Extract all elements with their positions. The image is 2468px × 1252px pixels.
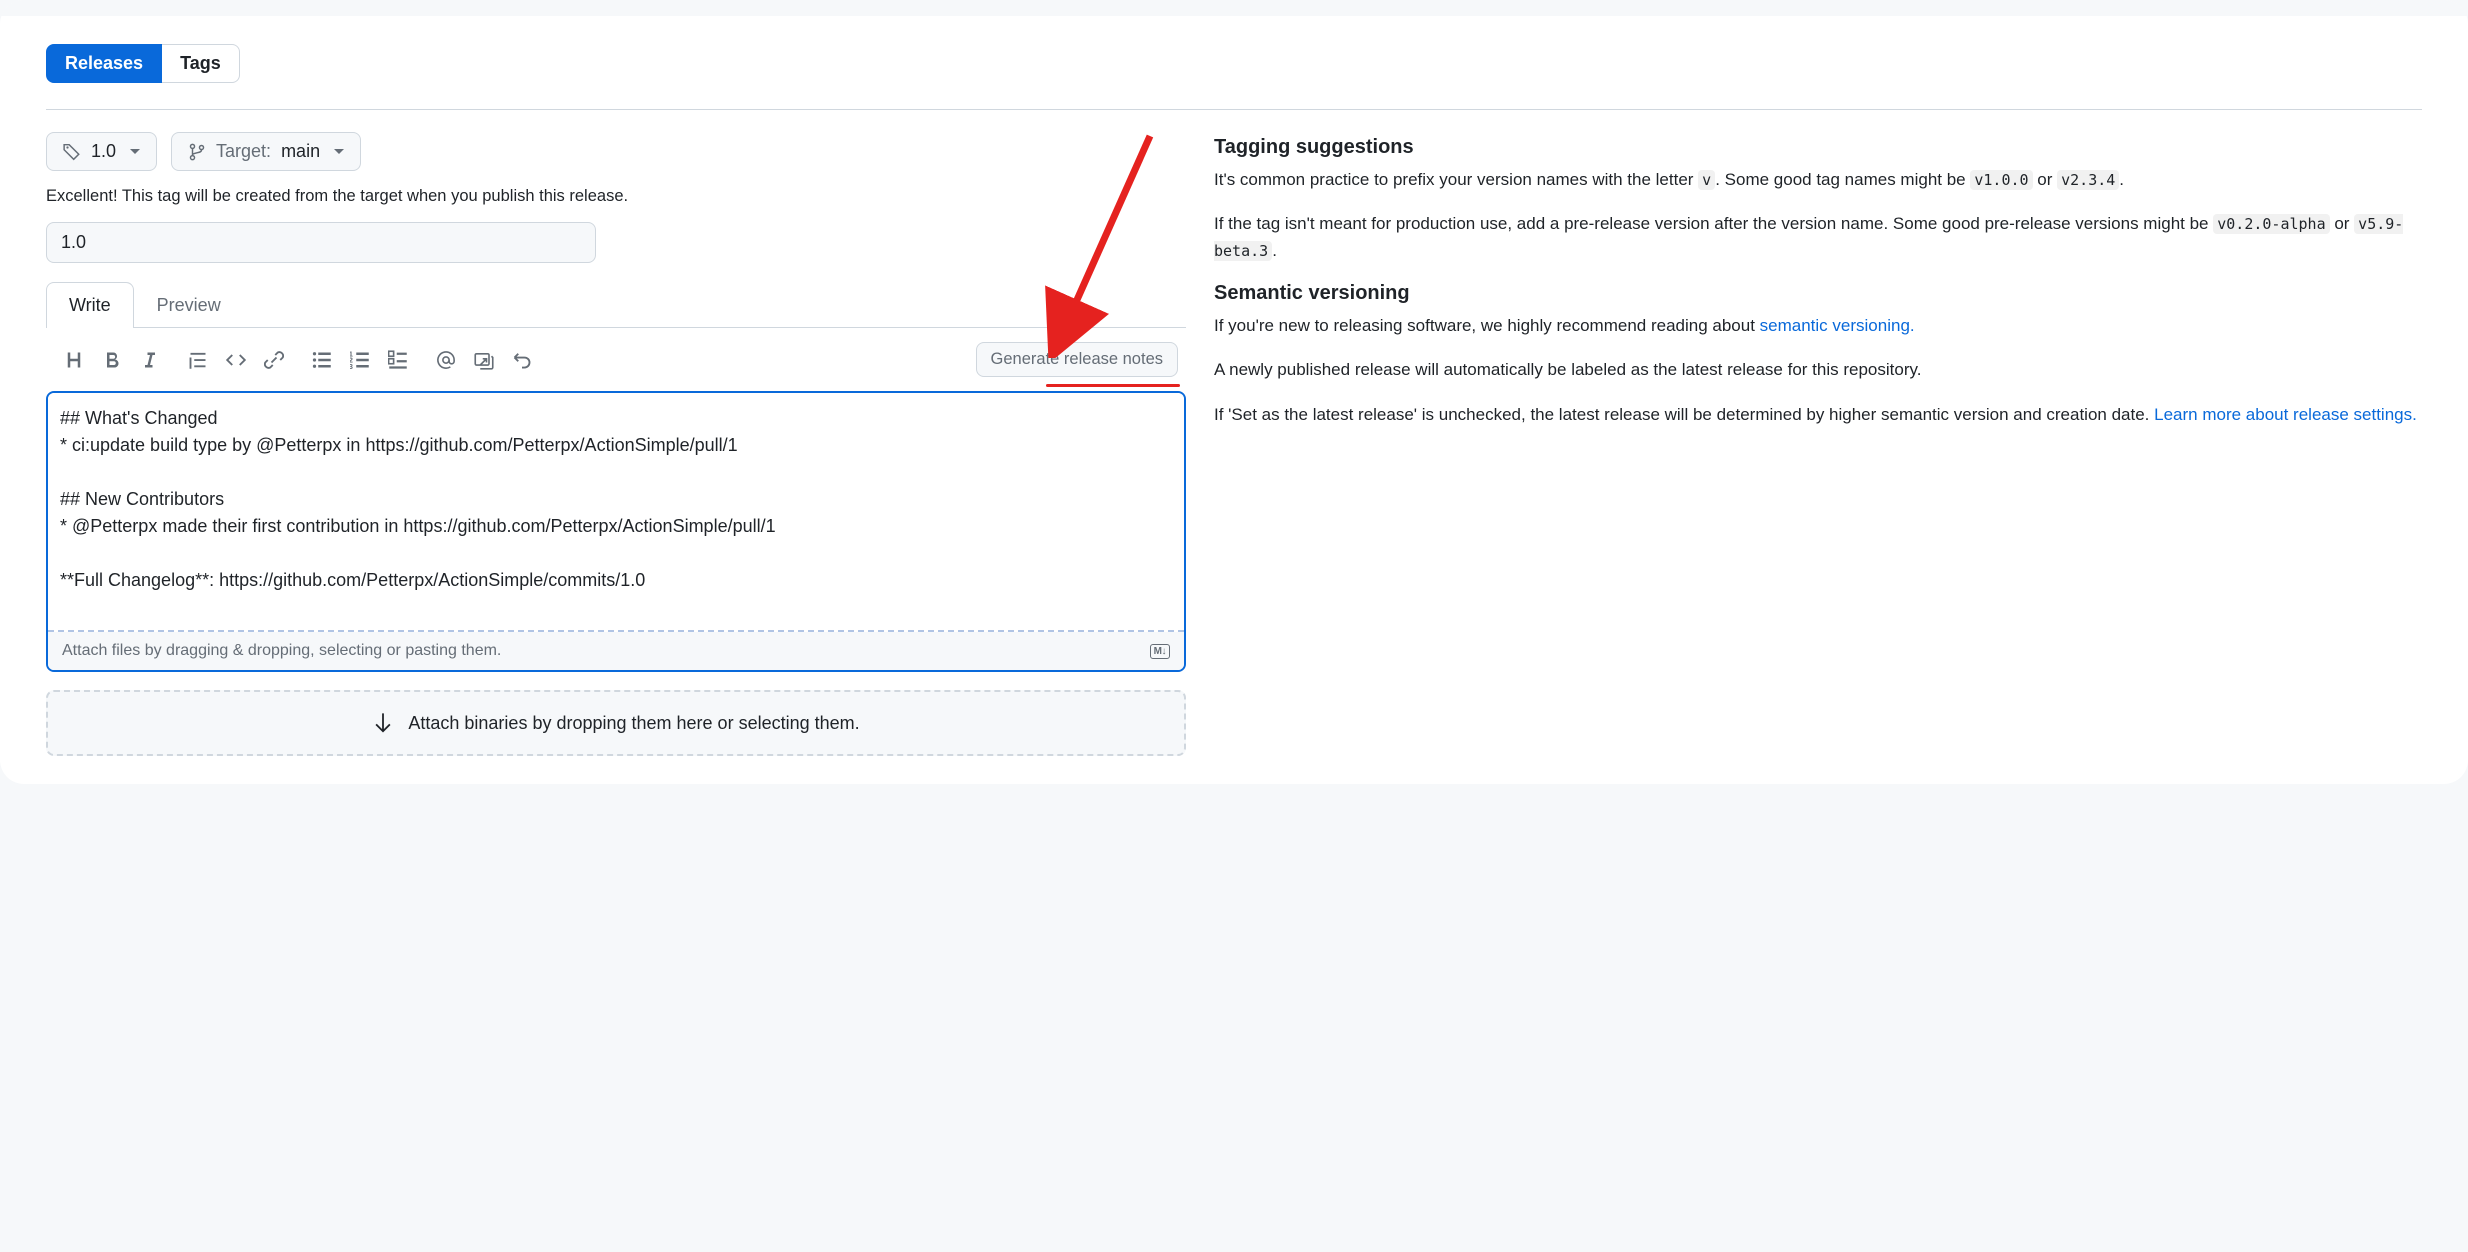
tab-tags[interactable]: Tags (162, 44, 240, 83)
annotation-underline (1046, 384, 1180, 387)
sidebar: Tagging suggestions It's common practice… (1214, 132, 2422, 756)
svg-text:3: 3 (350, 361, 353, 369)
link-icon[interactable] (264, 350, 284, 370)
task-list-icon[interactable] (388, 350, 408, 370)
sidebar-paragraph: A newly published release will automatic… (1214, 357, 2422, 383)
target-selector[interactable]: Target: main (171, 132, 361, 171)
tag-value: 1.0 (91, 141, 116, 162)
download-arrow-icon (372, 712, 394, 734)
editor-container: Attach files by dragging & dropping, sel… (46, 391, 1186, 672)
release-notes-textarea[interactable] (48, 393, 1184, 627)
binary-dropzone[interactable]: Attach binaries by dropping them here or… (46, 690, 1186, 756)
sidebar-paragraph: If you're new to releasing software, we … (1214, 313, 2422, 339)
editor-tabs: Write Preview (46, 281, 1186, 328)
italic-icon[interactable] (140, 350, 160, 370)
undo-icon[interactable] (512, 350, 532, 370)
attach-hint: Attach files by dragging & dropping, sel… (62, 642, 501, 660)
release-title-input[interactable] (46, 222, 596, 263)
branch-icon (188, 143, 206, 161)
tab-preview[interactable]: Preview (134, 282, 244, 328)
chevron-down-icon (334, 149, 344, 154)
sidebar-heading-semver: Semantic versioning (1214, 282, 2422, 305)
divider (46, 109, 2422, 110)
nav-pills: Releases Tags (46, 44, 2422, 83)
bold-icon[interactable] (102, 350, 122, 370)
tag-selector[interactable]: 1.0 (46, 132, 157, 171)
sidebar-paragraph: If the tag isn't meant for production us… (1214, 211, 2422, 264)
semver-link[interactable]: semantic versioning. (1760, 316, 1915, 335)
target-branch: main (281, 141, 320, 162)
heading-icon[interactable] (64, 350, 84, 370)
top-spacer (0, 0, 2468, 16)
attach-files-bar[interactable]: Attach files by dragging & dropping, sel… (48, 632, 1184, 670)
tag-help-text: Excellent! This tag will be created from… (46, 187, 1186, 206)
unordered-list-icon[interactable] (312, 350, 332, 370)
tab-releases[interactable]: Releases (46, 44, 162, 83)
mention-icon[interactable] (436, 350, 456, 370)
chevron-down-icon (130, 149, 140, 154)
tag-icon (63, 143, 81, 161)
sidebar-paragraph: It's common practice to prefix your vers… (1214, 167, 2422, 193)
formatting-toolbar: 123 (64, 350, 532, 370)
sidebar-heading-tagging: Tagging suggestions (1214, 136, 2422, 159)
binary-drop-text: Attach binaries by dropping them here or… (408, 713, 859, 734)
markdown-icon: M↓ (1150, 644, 1170, 659)
reference-icon[interactable] (474, 350, 494, 370)
sidebar-paragraph: If 'Set as the latest release' is unchec… (1214, 402, 2422, 428)
quote-icon[interactable] (188, 350, 208, 370)
ordered-list-icon[interactable]: 123 (350, 350, 370, 370)
code-icon[interactable] (226, 350, 246, 370)
release-settings-link[interactable]: Learn more about release settings. (2154, 405, 2417, 424)
tab-write[interactable]: Write (46, 282, 134, 328)
target-label: Target: (216, 141, 271, 162)
generate-release-notes-button[interactable]: Generate release notes (976, 342, 1178, 377)
